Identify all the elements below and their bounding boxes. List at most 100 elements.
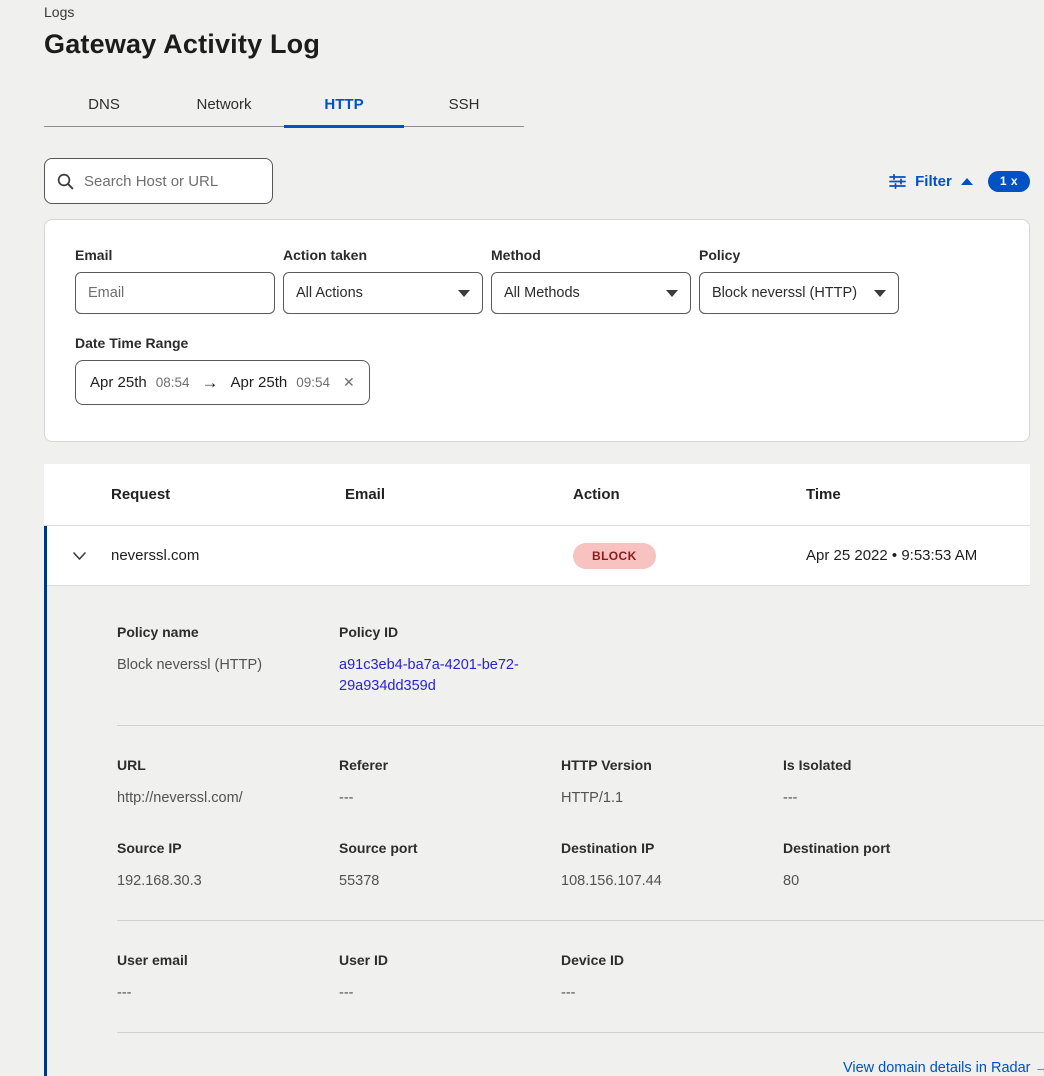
- divider: [117, 725, 1044, 726]
- block-status-badge: BLOCK: [573, 543, 656, 569]
- source-port-label: Source port: [339, 840, 561, 856]
- row-action: BLOCK: [573, 543, 806, 569]
- expanded-log-entry: neverssl.com BLOCK Apr 25 2022 • 9:53:53…: [44, 526, 1030, 1076]
- user-email-value: ---: [117, 983, 339, 1004]
- search-input[interactable]: [84, 173, 260, 190]
- column-header-action: Action: [573, 486, 806, 503]
- filter-fields-row: Email Action taken All Actions Method Al…: [75, 247, 999, 314]
- log-table-header: Request Email Action Time: [44, 464, 1030, 526]
- tools-row: Filter 1 x: [44, 158, 1030, 204]
- method-value: All Methods: [504, 285, 580, 301]
- row-detail-panel: Policy name Block neverssl (HTTP) Policy…: [47, 586, 1030, 1076]
- tabbar: DNS Network HTTP SSH: [44, 86, 524, 127]
- url-label: URL: [117, 757, 339, 773]
- row-time: Apr 25 2022 • 9:53:53 AM: [806, 547, 1030, 564]
- referer-label: Referer: [339, 757, 561, 773]
- view-radar-link[interactable]: View domain details in Radar →: [843, 1060, 1044, 1076]
- tab-dns[interactable]: DNS: [44, 86, 164, 126]
- policy-section: Policy name Block neverssl (HTTP) Policy…: [117, 624, 990, 697]
- date-time-range-picker[interactable]: Apr 25th 08:54 → Apr 25th 09:54 ✕: [75, 360, 370, 405]
- range-end-date[interactable]: Apr 25th: [231, 374, 288, 391]
- http-version-label: HTTP Version: [561, 757, 783, 773]
- url-value: http://neverssl.com/: [117, 788, 339, 809]
- destination-ip-value: 108.156.107.44: [561, 871, 783, 892]
- filter-panel: Email Action taken All Actions Method Al…: [44, 219, 1030, 442]
- destination-port-value: 80: [783, 871, 990, 892]
- date-time-range-field: Date Time Range Apr 25th 08:54 → Apr 25t…: [75, 335, 999, 405]
- policy-label: Policy: [699, 247, 899, 263]
- column-header-email: Email: [345, 486, 573, 503]
- column-header-time: Time: [806, 486, 1030, 503]
- is-isolated-label: Is Isolated: [783, 757, 990, 773]
- policy-id-link[interactable]: a91c3eb4-ba7a-4201-be72-29a934dd359d: [339, 655, 531, 697]
- tab-network[interactable]: Network: [164, 86, 284, 126]
- destination-ip-label: Destination IP: [561, 840, 783, 856]
- source-ip-label: Source IP: [117, 840, 339, 856]
- chevron-down-icon: [458, 290, 470, 297]
- search-icon: [57, 173, 74, 190]
- email-filter-input-wrap: [75, 272, 275, 314]
- row-request[interactable]: neverssl.com: [111, 547, 345, 564]
- http-version-value: HTTP/1.1: [561, 788, 783, 809]
- filter-toggle[interactable]: Filter 1 x: [889, 171, 1030, 192]
- policy-id-label: Policy ID: [339, 624, 561, 640]
- device-id-item: Device ID ---: [561, 952, 783, 1004]
- policy-name-label: Policy name: [117, 624, 339, 640]
- filter-sliders-icon: [889, 173, 906, 190]
- action-taken-value: All Actions: [296, 285, 363, 301]
- user-id-label: User ID: [339, 952, 561, 968]
- device-id-value: ---: [561, 983, 783, 1004]
- method-select[interactable]: All Methods: [491, 272, 691, 314]
- user-email-label: User email: [117, 952, 339, 968]
- search-box[interactable]: [44, 158, 273, 204]
- arrow-right-icon: →: [199, 373, 222, 393]
- email-filter-input[interactable]: [88, 285, 262, 301]
- source-port-item: Source port 55378: [339, 840, 561, 892]
- user-email-item: User email ---: [117, 952, 339, 1004]
- policy-name-value: Block neverssl (HTTP): [117, 655, 339, 676]
- chevron-down-icon: [874, 290, 886, 297]
- source-ip-value: 192.168.30.3: [117, 871, 339, 892]
- range-end-time[interactable]: 09:54: [296, 375, 330, 390]
- method-field: Method All Methods: [491, 247, 691, 314]
- table-row[interactable]: neverssl.com BLOCK Apr 25 2022 • 9:53:53…: [47, 526, 1030, 586]
- tab-ssh[interactable]: SSH: [404, 86, 524, 126]
- action-taken-label: Action taken: [283, 247, 483, 263]
- range-start-date[interactable]: Apr 25th: [90, 374, 147, 391]
- source-ip-item: Source IP 192.168.30.3: [117, 840, 339, 892]
- column-header-request: Request: [111, 486, 345, 503]
- device-id-label: Device ID: [561, 952, 783, 968]
- filter-count-badge[interactable]: 1 x: [988, 171, 1030, 192]
- email-filter-field: Email: [75, 247, 275, 314]
- clear-range-icon[interactable]: ✕: [343, 374, 355, 391]
- log-table: Request Email Action Time neverssl.com B…: [44, 464, 1030, 1076]
- chevron-down-icon: [666, 290, 678, 297]
- method-label: Method: [491, 247, 691, 263]
- policy-id-item: Policy ID a91c3eb4-ba7a-4201-be72-29a934…: [339, 624, 561, 697]
- source-port-value: 55378: [339, 871, 561, 892]
- range-start-time[interactable]: 08:54: [156, 375, 190, 390]
- breadcrumb[interactable]: Logs: [44, 4, 1030, 20]
- page-title: Gateway Activity Log: [44, 29, 1030, 60]
- user-section: User email --- User ID --- Device ID ---: [117, 952, 990, 1004]
- email-filter-label: Email: [75, 247, 275, 263]
- http-version-item: HTTP Version HTTP/1.1: [561, 757, 783, 809]
- policy-field: Policy Block neverssl (HTTP): [699, 247, 899, 314]
- is-isolated-item: Is Isolated ---: [783, 757, 990, 809]
- filter-label: Filter: [915, 173, 952, 190]
- destination-ip-item: Destination IP 108.156.107.44: [561, 840, 783, 892]
- policy-select[interactable]: Block neverssl (HTTP): [699, 272, 899, 314]
- network-section: Source IP 192.168.30.3 Source port 55378…: [117, 840, 990, 892]
- collapse-row-button[interactable]: [47, 551, 111, 561]
- referer-item: Referer ---: [339, 757, 561, 809]
- policy-name-item: Policy name Block neverssl (HTTP): [117, 624, 339, 697]
- action-taken-select[interactable]: All Actions: [283, 272, 483, 314]
- tab-http[interactable]: HTTP: [284, 86, 404, 126]
- destination-port-item: Destination port 80: [783, 840, 990, 892]
- radar-link-row: View domain details in Radar →: [117, 1060, 1044, 1076]
- date-time-range-label: Date Time Range: [75, 335, 999, 351]
- user-id-value: ---: [339, 983, 561, 1004]
- user-id-item: User ID ---: [339, 952, 561, 1004]
- action-taken-field: Action taken All Actions: [283, 247, 483, 314]
- destination-port-label: Destination port: [783, 840, 990, 856]
